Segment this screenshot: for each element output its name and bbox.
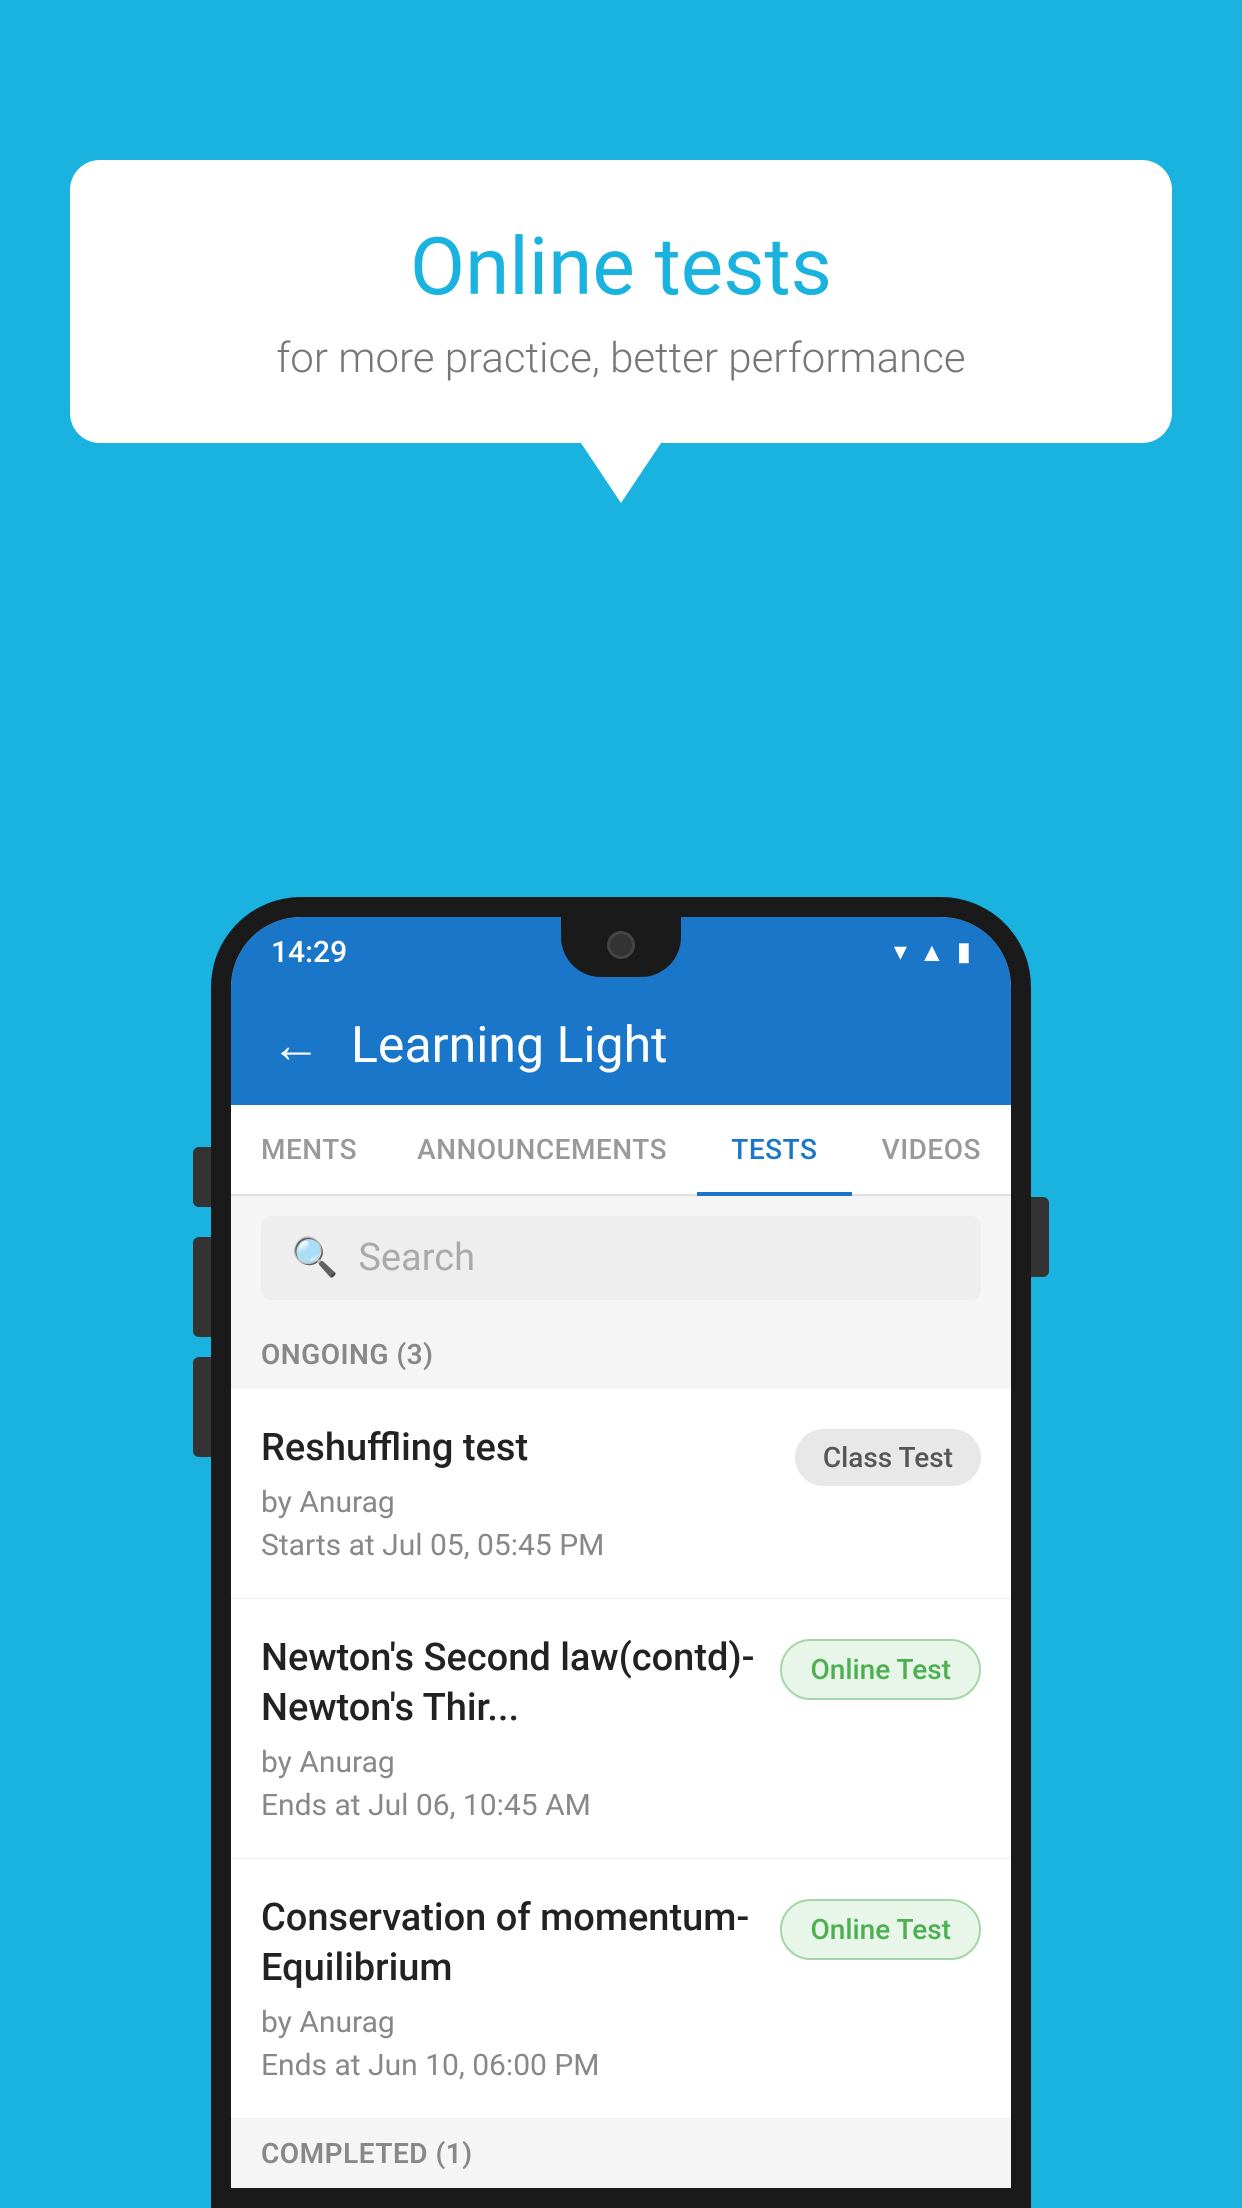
speech-bubble-arrow xyxy=(581,443,661,503)
test-item[interactable]: Reshuffling test by Anurag Starts at Jul… xyxy=(231,1389,1011,1599)
volume-up-button xyxy=(193,1237,211,1337)
test-author-1: by Anurag xyxy=(261,1485,775,1520)
battery-icon: ▮ xyxy=(957,937,971,967)
phone-wrapper: 14:29 ▾ ▲ ▮ ← Learning Light MENTS ANNOU… xyxy=(211,897,1031,2208)
back-button[interactable]: ← xyxy=(271,1021,321,1071)
volume-down-button xyxy=(193,1357,211,1457)
camera-notch xyxy=(607,931,635,959)
test-name-1: Reshuffling test xyxy=(261,1424,775,1473)
tabs-bar: MENTS ANNOUNCEMENTS TESTS VIDEOS xyxy=(231,1105,1011,1196)
test-badge-3: Online Test xyxy=(780,1899,981,1960)
test-date-2: Ends at Jul 06, 10:45 AM xyxy=(261,1788,760,1823)
speech-bubble: Online tests for more practice, better p… xyxy=(70,160,1172,443)
test-date-3: Ends at Jun 10, 06:00 PM xyxy=(261,2048,760,2083)
test-info-1: Reshuffling test by Anurag Starts at Jul… xyxy=(261,1424,795,1563)
volume-silent-button xyxy=(193,1147,211,1207)
test-author-2: by Anurag xyxy=(261,1745,760,1780)
test-name-3: Conservation of momentum-Equilibrium xyxy=(261,1894,760,1993)
app-header: ← Learning Light xyxy=(231,987,1011,1105)
tab-ments[interactable]: MENTS xyxy=(231,1105,387,1194)
signal-icon: ▲ xyxy=(919,937,945,968)
test-author-3: by Anurag xyxy=(261,2005,760,2040)
app-title: Learning Light xyxy=(351,1017,668,1075)
search-bar[interactable]: 🔍 Search xyxy=(261,1216,981,1300)
test-info-3: Conservation of momentum-Equilibrium by … xyxy=(261,1894,780,2083)
test-item[interactable]: Newton's Second law(contd)-Newton's Thir… xyxy=(231,1599,1011,1859)
test-badge-2: Online Test xyxy=(780,1639,981,1700)
test-badge-1: Class Test xyxy=(795,1429,981,1486)
wifi-icon: ▾ xyxy=(894,937,907,967)
speech-bubble-subtitle: for more practice, better performance xyxy=(150,334,1092,383)
phone-device: 14:29 ▾ ▲ ▮ ← Learning Light MENTS ANNOU… xyxy=(211,897,1031,2208)
test-date-1: Starts at Jul 05, 05:45 PM xyxy=(261,1528,775,1563)
tab-tests[interactable]: TESTS xyxy=(697,1105,852,1194)
test-list: Reshuffling test by Anurag Starts at Jul… xyxy=(231,1389,1011,2119)
test-name-2: Newton's Second law(contd)-Newton's Thir… xyxy=(261,1634,760,1733)
power-button xyxy=(1031,1197,1049,1277)
test-info-2: Newton's Second law(contd)-Newton's Thir… xyxy=(261,1634,780,1823)
search-icon: 🔍 xyxy=(291,1236,338,1280)
search-placeholder: Search xyxy=(358,1236,475,1280)
tab-announcements[interactable]: ANNOUNCEMENTS xyxy=(387,1105,697,1194)
completed-section-header: COMPLETED (1) xyxy=(231,2119,1011,2188)
phone-screen: 14:29 ▾ ▲ ▮ ← Learning Light MENTS ANNOU… xyxy=(231,917,1011,2188)
speech-bubble-title: Online tests xyxy=(150,220,1092,314)
ongoing-section-header: ONGOING (3) xyxy=(231,1320,1011,1389)
tab-videos[interactable]: VIDEOS xyxy=(852,1105,1011,1194)
phone-notch xyxy=(561,917,681,977)
speech-bubble-container: Online tests for more practice, better p… xyxy=(70,160,1172,503)
status-time: 14:29 xyxy=(271,935,347,970)
test-item[interactable]: Conservation of momentum-Equilibrium by … xyxy=(231,1859,1011,2119)
status-icons: ▾ ▲ ▮ xyxy=(894,937,971,968)
